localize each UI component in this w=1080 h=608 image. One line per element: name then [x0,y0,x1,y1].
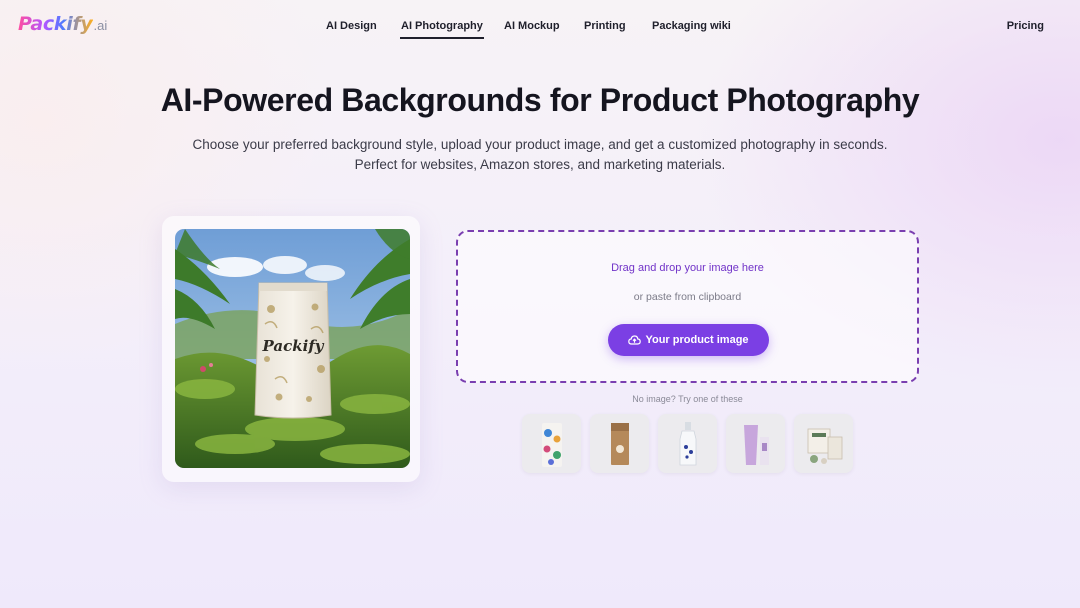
sample-kraft-box[interactable] [590,414,649,473]
cosmetic-tube-thumbnail [743,424,769,465]
kraft-box-thumbnail [610,422,629,465]
product-photo-illustration: Packify [175,229,410,468]
nav-ai-design[interactable]: AI Design [326,20,377,32]
top-navbar: Packify .ai AI Design AI Photography AI … [0,0,1080,52]
logo[interactable]: Packify .ai [18,13,107,35]
sample-bottle[interactable] [658,414,717,473]
drag-drop-text: Drag and drop your image here [611,262,764,274]
logo-suffix: .ai [93,18,108,33]
sample-package-set[interactable] [794,414,853,473]
preview-card: Packify [162,216,420,482]
page-subtitle: Choose your preferred background style, … [192,137,888,172]
upload-dropzone[interactable]: Drag and drop your image here or paste f… [456,230,919,383]
upload-product-image-button[interactable]: Your product image [608,324,769,356]
page-title: AI-Powered Backgrounds for Product Photo… [160,82,920,118]
floral-bag-thumbnail [541,422,562,467]
nav-ai-photography[interactable]: AI Photography [400,20,484,39]
package-set-thumbnail [807,428,842,464]
logo-name: Packify [18,13,93,35]
nav-packaging-wiki[interactable]: Packaging wiki [652,20,731,32]
nav-pricing[interactable]: Pricing [1007,20,1044,32]
sample-cosmetic-tube[interactable] [726,414,785,473]
nav-printing[interactable]: Printing [584,20,626,32]
nav-ai-mockup[interactable]: AI Mockup [504,20,560,32]
pouch-label: Packify [262,337,325,355]
sample-floral-bag[interactable] [522,414,581,473]
upload-button-label: Your product image [645,334,749,346]
product-photo: Packify [175,229,410,468]
sample-images [522,414,853,473]
bottle-thumbnail [679,421,696,465]
cloud-upload-icon [628,335,642,345]
paste-clipboard-text: or paste from clipboard [633,291,742,303]
no-image-hint: No image? Try one of these [632,394,743,404]
